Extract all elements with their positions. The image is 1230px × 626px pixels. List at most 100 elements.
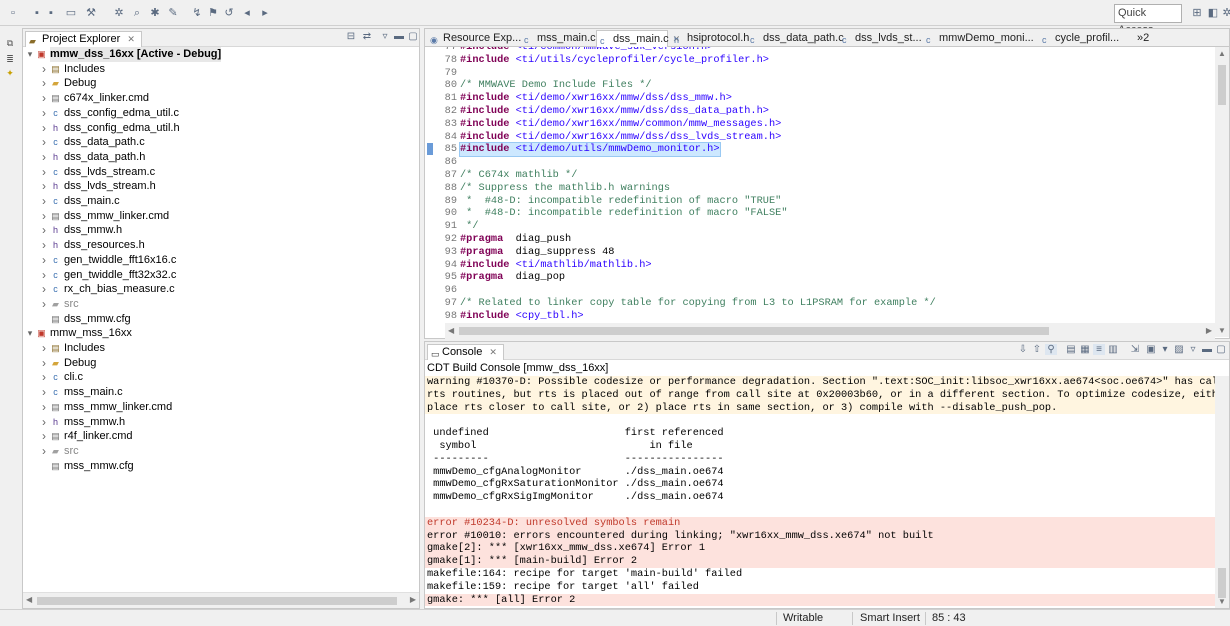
- code-line[interactable]: 94 #include <ti/mathlib/mathlib.h>: [425, 259, 1215, 272]
- code-line[interactable]: 97/* Related to linker copy table for co…: [425, 297, 1215, 310]
- tab-project-explorer[interactable]: ▰ Project Explorer ✕: [25, 31, 142, 47]
- code-line[interactable]: 95 #pragma diag_pop: [425, 271, 1215, 284]
- collapse-arrow-icon[interactable]: ›: [39, 400, 49, 415]
- tab-console[interactable]: ▭ Console ✕: [427, 344, 504, 360]
- expand-arrow-icon[interactable]: ▾: [25, 326, 35, 341]
- code-line[interactable]: 80/* MMWAVE Demo Include Files */: [425, 79, 1215, 92]
- scroll-lock-icon[interactable]: ⚲: [1045, 344, 1057, 355]
- code-line[interactable]: 82 #include <ti/demo/xwr16xx/mmw/dss/dss_…: [425, 105, 1215, 118]
- collapse-arrow-icon[interactable]: ›: [39, 282, 49, 297]
- collapse-arrow-icon[interactable]: ›: [39, 356, 49, 371]
- collapse-arrow-icon[interactable]: ›: [39, 106, 49, 121]
- editor-tab[interactable]: c dss_data_path.c: [747, 30, 844, 47]
- editor-tab[interactable]: c mss_main.c: [521, 30, 596, 47]
- collapse-arrow-icon[interactable]: ›: [39, 135, 49, 150]
- console-output[interactable]: warning #10370-D: Possible codesize or p…: [425, 376, 1215, 608]
- tip-icon[interactable]: ✦: [4, 67, 16, 79]
- perspective-ccs-icon[interactable]: ◧: [1206, 6, 1220, 20]
- copy-icon[interactable]: ▦: [1079, 344, 1091, 355]
- expand-arrow-icon[interactable]: ▾: [25, 47, 35, 62]
- collapse-arrow-icon[interactable]: ›: [39, 209, 49, 224]
- close-icon[interactable]: ✕: [489, 347, 497, 357]
- scroll-left-icon[interactable]: ◀: [448, 326, 454, 335]
- collapse-arrow-icon[interactable]: ›: [39, 268, 49, 283]
- show-console-icon[interactable]: ▥: [1107, 344, 1119, 355]
- collapse-arrow-icon[interactable]: ›: [39, 238, 49, 253]
- collapse-arrow-icon[interactable]: ›: [39, 341, 49, 356]
- collapse-arrow-icon[interactable]: ›: [39, 165, 49, 180]
- collapse-arrow-icon[interactable]: ›: [39, 370, 49, 385]
- code-line[interactable]: 98 #include <cpy_tbl.h>: [425, 310, 1215, 323]
- code-line[interactable]: 83 #include <ti/demo/xwr16xx/mmw/common/m…: [425, 118, 1215, 131]
- editor-horizontal-scrollbar[interactable]: ◀ ▶: [445, 323, 1215, 339]
- editor-tab[interactable]: »2: [1133, 30, 1163, 47]
- collapse-arrow-icon[interactable]: ›: [39, 76, 49, 91]
- editor-tab[interactable]: c dss_main.c ✕: [596, 30, 680, 47]
- collapse-arrow-icon[interactable]: ›: [39, 253, 49, 268]
- collapse-arrow-icon[interactable]: ›: [39, 223, 49, 238]
- editor-tab[interactable]: c dss_lvds_st...: [839, 30, 922, 47]
- perspective-debug-icon[interactable]: ✲: [1220, 6, 1230, 20]
- code-line[interactable]: 96: [425, 284, 1215, 297]
- flash-icon[interactable]: ↯: [190, 6, 204, 20]
- collapse-arrow-icon[interactable]: ›: [39, 91, 49, 106]
- display-console-icon[interactable]: ▣: [1145, 344, 1157, 355]
- code-line[interactable]: 79: [425, 67, 1215, 80]
- collapse-arrow-icon[interactable]: ›: [39, 121, 49, 136]
- quick-access-field[interactable]: Quick Access: [1114, 4, 1182, 36]
- collapse-arrow-icon[interactable]: ›: [39, 179, 49, 194]
- close-icon[interactable]: ✕: [127, 34, 135, 44]
- previous-error-icon[interactable]: ⇧: [1031, 344, 1043, 355]
- forward-icon[interactable]: ▸: [258, 6, 272, 20]
- view-menu-icon[interactable]: ▿: [379, 31, 391, 42]
- scroll-thumb[interactable]: [1218, 568, 1226, 598]
- pin-console-icon[interactable]: ⇲: [1129, 344, 1141, 355]
- restore-icon[interactable]: ⧉: [4, 37, 16, 49]
- scroll-thumb[interactable]: [1218, 65, 1226, 105]
- outline-icon[interactable]: ≣: [4, 53, 16, 65]
- scroll-down-icon[interactable]: ▼: [1218, 326, 1226, 335]
- collapse-arrow-icon[interactable]: ›: [39, 297, 49, 312]
- collapse-arrow-icon[interactable]: ›: [39, 150, 49, 165]
- scroll-thumb[interactable]: [459, 327, 1049, 335]
- editor-tab[interactable]: c cycle_profil...: [1039, 30, 1131, 47]
- settings-icon[interactable]: ✱: [148, 6, 162, 20]
- code-line[interactable]: 85 #include <ti/demo/utils/mmwDemo_monito…: [425, 142, 1215, 158]
- code-line[interactable]: 91 */: [425, 220, 1215, 233]
- code-line[interactable]: 78 #include <ti/utils/cycleprofiler/cycle…: [425, 54, 1215, 67]
- debug-icon[interactable]: ✲: [112, 6, 126, 20]
- terminal-icon[interactable]: ▭: [64, 6, 78, 20]
- open-console-icon[interactable]: ▨: [1173, 344, 1185, 355]
- minimize-icon[interactable]: ▬: [393, 31, 405, 42]
- collapse-arrow-icon[interactable]: ›: [39, 415, 49, 430]
- editor-tab[interactable]: c mmwDemo_moni...: [923, 30, 1037, 47]
- dropdown-arrow-icon[interactable]: ▾: [1159, 344, 1171, 355]
- collapse-arrow-icon[interactable]: ›: [39, 385, 49, 400]
- code-line[interactable]: 81 #include <ti/demo/xwr16xx/mmw/dss/dss_…: [425, 92, 1215, 105]
- perspective-open-icon[interactable]: ⊞: [1190, 6, 1204, 20]
- code-line[interactable]: 89 * #48-D: incompatible redefinition of…: [425, 195, 1215, 208]
- code-line[interactable]: 90 * #48-D: incompatible redefinition of…: [425, 207, 1215, 220]
- editor-tab[interactable]: h hsiprotocol.h: [671, 30, 749, 47]
- undo-icon[interactable]: ↺: [222, 6, 236, 20]
- scroll-up-icon[interactable]: ▲: [1218, 49, 1226, 58]
- collapse-arrow-icon[interactable]: ›: [39, 444, 49, 459]
- code-line[interactable]: 88/* Suppress the mathlib.h warnings: [425, 182, 1215, 195]
- minimize-icon[interactable]: ▬: [1201, 344, 1213, 355]
- next-error-icon[interactable]: ⇩: [1017, 344, 1029, 355]
- code-line[interactable]: 93 #pragma diag_suppress 48: [425, 246, 1215, 259]
- collapse-all-icon[interactable]: ⊟: [345, 31, 357, 42]
- view-menu-icon[interactable]: ▿: [1187, 344, 1199, 355]
- maximize-icon[interactable]: ▢: [407, 31, 419, 42]
- search-icon[interactable]: ⌕: [130, 6, 144, 20]
- horizontal-scrollbar[interactable]: ◀ ▶: [23, 592, 419, 608]
- word-wrap-icon[interactable]: ≡: [1093, 344, 1105, 355]
- new-icon[interactable]: ▫: [6, 6, 20, 20]
- scroll-thumb[interactable]: [37, 597, 397, 605]
- clear-console-icon[interactable]: ▤: [1065, 344, 1077, 355]
- collapse-arrow-icon[interactable]: ›: [39, 62, 49, 77]
- link-editor-icon[interactable]: ⇄: [361, 31, 373, 42]
- scroll-down-icon[interactable]: ▼: [1218, 597, 1226, 606]
- maximize-icon[interactable]: ▢: [1215, 344, 1227, 355]
- editor-vertical-scrollbar[interactable]: ▲ ▼: [1215, 47, 1229, 337]
